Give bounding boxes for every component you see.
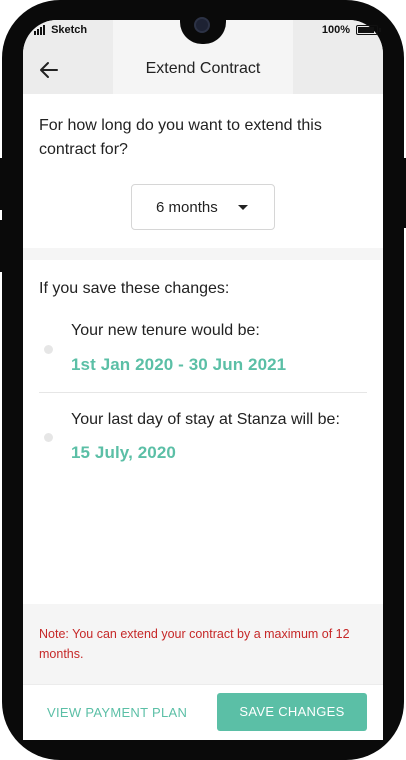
phone-side-button bbox=[0, 220, 6, 272]
battery-icon bbox=[356, 25, 381, 35]
bullet-dot bbox=[44, 345, 53, 354]
status-time bbox=[190, 24, 230, 40]
extend-duration-card: For how long do you want to extend this … bbox=[23, 94, 383, 248]
signal-icon bbox=[34, 25, 45, 36]
last-day-label: Your last day of stay at Stanza will be: bbox=[71, 411, 340, 428]
phone-side-button bbox=[0, 158, 6, 210]
duration-select[interactable]: 6 months bbox=[131, 184, 275, 230]
phone-side-button bbox=[400, 158, 406, 228]
page-title: Extend Contract bbox=[145, 60, 261, 77]
battery-level bbox=[358, 27, 374, 33]
tenure-value: 1st Jan 2020 - 30 Jun 2021 bbox=[71, 355, 287, 374]
app-header: Extend Contract bbox=[23, 46, 383, 94]
changes-intro: If you save these changes: bbox=[39, 280, 230, 297]
bottom-action-bar: VIEW PAYMENT PLAN SAVE CHANGES bbox=[23, 684, 383, 740]
status-carrier: Sketch bbox=[34, 24, 87, 40]
duration-selected-value: 6 months bbox=[156, 199, 218, 216]
save-changes-button[interactable]: SAVE CHANGES bbox=[217, 693, 367, 731]
last-day-value: 15 July, 2020 bbox=[71, 443, 176, 462]
caret-down-icon bbox=[238, 205, 248, 210]
extend-question: For how long do you want to extend this … bbox=[39, 117, 322, 158]
tenure-label: Your new tenure would be: bbox=[71, 322, 260, 339]
bullet-dot bbox=[44, 433, 53, 442]
changes-summary-card: If you save these changes: Your new tenu… bbox=[23, 260, 383, 604]
battery-percentage: 100% bbox=[321, 24, 350, 36]
divider bbox=[39, 392, 367, 393]
extension-note: Note: You can extend your contract by a … bbox=[39, 627, 350, 661]
view-payment-plan-button[interactable]: VIEW PAYMENT PLAN bbox=[47, 705, 187, 720]
phone-mockup: Sketch 100% Extend Contract For how long… bbox=[0, 0, 406, 760]
carrier-name: Sketch bbox=[51, 24, 88, 36]
